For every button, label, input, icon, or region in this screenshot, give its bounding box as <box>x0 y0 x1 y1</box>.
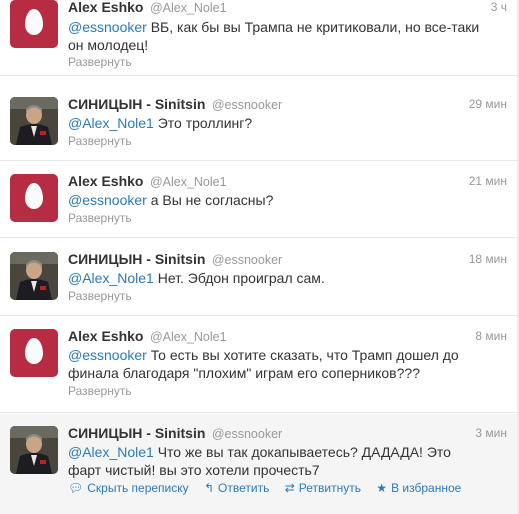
egg-avatar[interactable] <box>10 0 58 48</box>
tweet-header: СИНИЦЫН - Sinitsin @essnooker <box>68 96 282 114</box>
author-name[interactable]: Alex Eshko <box>68 328 143 344</box>
tweet-text: @essnooker а Вы не согласны? <box>68 191 498 209</box>
tweet-text-line: Это троллинг? <box>153 115 253 131</box>
retweet-icon: ⇄ <box>284 481 295 495</box>
tweet-timestamp[interactable]: 3 мин <box>475 426 507 440</box>
author-name[interactable]: СИНИЦЫН - Sinitsin <box>68 96 205 112</box>
author-name[interactable]: Alex Eshko <box>68 0 143 15</box>
tweet-text: @essnooker То есть вы хотите сказать, чт… <box>68 346 498 382</box>
expand-link[interactable]: Развернуть <box>68 211 132 225</box>
author-handle[interactable]: @Alex_Nole1 <box>150 1 227 15</box>
tweet-header: СИНИЦЫН - Sinitsin @essnooker <box>68 251 282 269</box>
egg-icon <box>25 338 43 364</box>
reply-arrow-icon: ↰ <box>203 481 215 495</box>
tweet-text-line: То есть вы хотите сказать, что Трамп дош… <box>146 347 459 363</box>
author-handle[interactable]: @Alex_Nole1 <box>150 330 227 344</box>
person-photo-icon <box>10 97 58 145</box>
tweet-timestamp[interactable]: 21 мин <box>469 174 507 188</box>
egg-avatar[interactable] <box>10 329 58 377</box>
hide-conversation-label: Скрыть переписку <box>87 481 189 495</box>
mention-link[interactable]: @essnooker <box>68 347 147 363</box>
author-name[interactable]: СИНИЦЫН - Sinitsin <box>68 251 205 267</box>
tweet-header: Alex Eshko @Alex_Nole1 <box>68 328 227 346</box>
author-name[interactable]: СИНИЦЫН - Sinitsin <box>68 425 205 441</box>
tweet[interactable]: Alex Eshko @Alex_Nole1 3 ч @essnooker ВБ… <box>0 0 519 76</box>
tweet-timestamp[interactable]: 8 мин <box>475 329 507 343</box>
tweet[interactable]: Alex Eshko @Alex_Nole1 8 мин @essnooker … <box>0 317 519 413</box>
expand-link[interactable]: Развернуть <box>68 134 132 148</box>
person-photo-icon <box>10 252 58 300</box>
photo-avatar[interactable] <box>10 97 58 145</box>
author-handle[interactable]: @essnooker <box>212 98 282 112</box>
person-photo-icon <box>10 426 58 474</box>
favorite-button[interactable]: ★ В избранное <box>376 481 461 495</box>
tweet-header: СИНИЦЫН - Sinitsin @essnooker <box>68 425 282 443</box>
star-icon: ★ <box>376 481 388 495</box>
mention-link[interactable]: @Alex_Nole1 <box>68 444 154 460</box>
tweet-text-line: Нет. Эбдон проиграл сам. <box>153 270 325 286</box>
expand-link[interactable]: Развернуть <box>68 384 132 398</box>
tweet[interactable]: Alex Eshko @Alex_Nole1 21 мин @essnooker… <box>0 162 519 238</box>
tweet-header: Alex Eshko @Alex_Nole1 <box>68 173 227 191</box>
tweet-text-line: фарт чистый! вы это хотели прочесть7 <box>68 462 320 478</box>
tweet-text-line: Что же вы так докапываетесь? ДАДАДА! Это <box>153 444 451 460</box>
tweet-text: @essnooker ВБ, как бы вы Трампа не крити… <box>68 18 498 54</box>
author-handle[interactable]: @Alex_Nole1 <box>150 175 227 189</box>
photo-avatar[interactable] <box>10 252 58 300</box>
tweet-text: @Alex_Nole1 Нет. Эбдон проиграл сам. <box>68 269 498 287</box>
reply-label: Ответить <box>218 481 270 495</box>
egg-icon <box>25 183 43 209</box>
retweet-label: Ретвитнуть <box>298 481 361 495</box>
tweet-text: @Alex_Nole1 Это троллинг? <box>68 114 498 132</box>
mention-link[interactable]: @essnooker <box>68 192 147 208</box>
tweet-text-line: а Вы не согласны? <box>146 192 274 208</box>
egg-icon <box>25 9 43 35</box>
mention-link[interactable]: @Alex_Nole1 <box>68 270 154 286</box>
tweet-conversation: Alex Eshko @Alex_Nole1 3 ч @essnooker ВБ… <box>0 0 519 514</box>
favorite-label: В избранное <box>391 481 462 495</box>
tweet[interactable]: СИНИЦЫН - Sinitsin @essnooker 18 мин @Al… <box>0 239 519 316</box>
expand-link[interactable]: Развернуть <box>68 289 132 303</box>
tweet[interactable]: СИНИЦЫН - Sinitsin @essnooker 29 мин @Al… <box>0 86 519 161</box>
photo-avatar[interactable] <box>10 426 58 474</box>
author-handle[interactable]: @essnooker <box>212 427 282 441</box>
tweet-actions: 💬︎ Скрыть переписку ↰ Ответить ⇄ Ретвитнуть… <box>68 481 473 495</box>
retweet-button[interactable]: ⇄ Ретвитнуть <box>285 481 361 495</box>
reply-button[interactable]: ↰ Ответить <box>204 481 269 495</box>
egg-avatar[interactable] <box>10 174 58 222</box>
tweet-text-line: он молодец! <box>68 37 149 53</box>
hide-conversation-button[interactable]: 💬︎ Скрыть переписку <box>68 481 189 495</box>
tweet-timestamp[interactable]: 18 мин <box>469 252 507 266</box>
tweet-header: Alex Eshko @Alex_Nole1 <box>68 0 227 17</box>
expand-link[interactable]: Развернуть <box>68 55 132 69</box>
tweet-text-line: финала благодаря "плохим" играм его сопе… <box>68 365 420 381</box>
tweet[interactable]: СИНИЦЫН - Sinitsin @essnooker 3 мин @Ale… <box>0 414 519 514</box>
mention-link[interactable]: @essnooker <box>68 19 147 35</box>
tweet-text: @Alex_Nole1 Что же вы так докапываетесь?… <box>68 443 498 479</box>
author-handle[interactable]: @essnooker <box>212 253 282 267</box>
tweet-timestamp[interactable]: 29 мин <box>469 97 507 111</box>
tweet-timestamp[interactable]: 3 ч <box>491 0 507 14</box>
mention-link[interactable]: @Alex_Nole1 <box>68 115 154 131</box>
speech-bubble-icon: 💬︎ <box>68 481 84 495</box>
tweet-text-line: ВБ, как бы вы Трампа не критиковали, но … <box>146 19 480 35</box>
author-name[interactable]: Alex Eshko <box>68 173 143 189</box>
